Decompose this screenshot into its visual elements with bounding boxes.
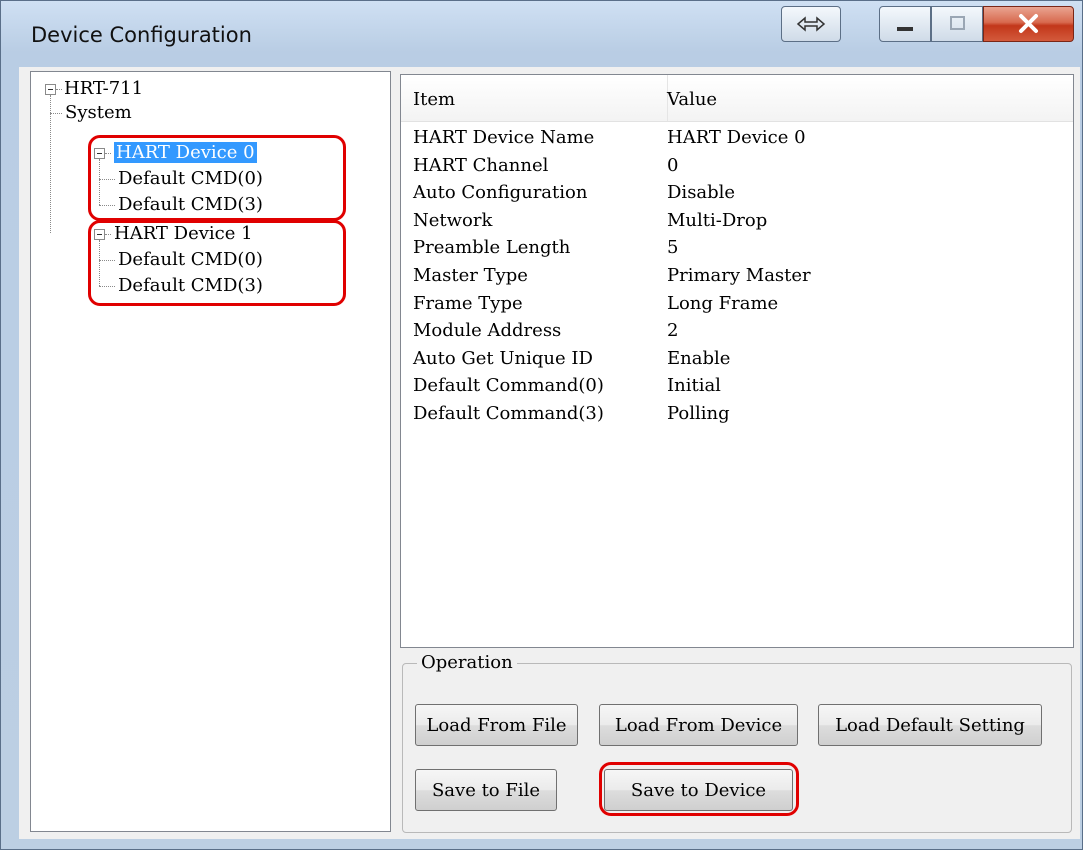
row-value: Multi-Drop (667, 209, 768, 231)
tree-node-system[interactable]: System (65, 102, 132, 124)
list-row[interactable]: Network Multi-Drop (401, 210, 1073, 237)
column-header-value[interactable]: Value (667, 89, 717, 110)
window-title: Device Configuration (31, 23, 252, 47)
row-value: Enable (667, 347, 731, 369)
row-value: Polling (667, 403, 730, 424)
row-item: Auto Get Unique ID (413, 347, 593, 369)
list-row[interactable]: Preamble Length 5 (401, 237, 1073, 264)
load-default-setting-button[interactable]: Load Default Setting (818, 704, 1042, 746)
list-row[interactable]: Master Type Primary Master (401, 265, 1073, 292)
row-item: HART Device Name (413, 127, 595, 148)
row-item: Master Type (413, 265, 528, 286)
row-item: HART Channel (413, 154, 549, 176)
row-value: Disable (667, 182, 736, 204)
list-row[interactable]: Frame Type Long Frame (401, 293, 1073, 320)
row-item: Auto Configuration (413, 182, 588, 204)
tree-label: System (65, 102, 132, 123)
row-value: HART Device 0 (667, 127, 806, 148)
row-value: Initial (667, 375, 721, 397)
highlight-hart-device-1 (88, 220, 346, 306)
maximize-icon (950, 16, 965, 30)
column-header-item[interactable]: Item (413, 89, 455, 110)
collapse-icon[interactable] (45, 84, 56, 95)
double-arrow-icon (796, 16, 826, 32)
row-value: Primary Master (667, 265, 811, 286)
device-configuration-window: Device Configuration HRT-711 System HART… (0, 0, 1083, 850)
minimize-button[interactable] (879, 6, 931, 42)
properties-list[interactable]: Item Value HART Device Name HART Device 0… (400, 74, 1074, 648)
row-value: Long Frame (667, 292, 779, 314)
highlight-hart-device-0 (88, 135, 346, 221)
highlight-save-to-device (599, 762, 799, 816)
row-value: 5 (667, 237, 679, 259)
list-row[interactable]: Module Address 2 (401, 320, 1073, 347)
load-from-file-button[interactable]: Load From File (415, 704, 578, 746)
client-area: HRT-711 System HART Device 0 Default CMD… (19, 67, 1080, 839)
row-item: Default Command(3) (413, 403, 604, 424)
list-row[interactable]: HART Channel 0 (401, 155, 1073, 182)
list-header: Item Value (401, 75, 1073, 122)
row-item: Preamble Length (413, 237, 571, 259)
tree-node-hrt-711[interactable]: HRT-711 (64, 78, 143, 100)
row-item: Default Command(0) (413, 375, 604, 397)
list-row[interactable]: Auto Configuration Disable (401, 182, 1073, 209)
row-value: 2 (667, 320, 679, 342)
operation-title: Operation (417, 652, 517, 673)
tree-label: HRT-711 (64, 78, 144, 99)
maximize-button[interactable] (931, 6, 983, 42)
close-icon (1019, 14, 1038, 33)
save-to-file-button[interactable]: Save to File (415, 769, 557, 811)
list-row[interactable]: Auto Get Unique ID Enable (401, 348, 1073, 375)
title-bar[interactable]: Device Configuration (1, 1, 1082, 67)
list-row[interactable]: Default Command(0) Initial (401, 375, 1073, 402)
close-button[interactable] (983, 6, 1074, 42)
toggle-layout-button[interactable] (781, 6, 841, 42)
row-item: Module Address (413, 320, 562, 342)
load-from-device-button[interactable]: Load From Device (599, 704, 798, 746)
list-row[interactable]: Default Command(3) Polling (401, 403, 1073, 430)
row-value: 0 (667, 154, 679, 176)
list-row[interactable]: HART Device Name HART Device 0 (401, 127, 1073, 154)
operation-group: Operation Load From File Load From Devic… (402, 652, 1072, 833)
window-controls (879, 6, 1074, 42)
row-item: Network (413, 209, 493, 231)
device-tree[interactable]: HRT-711 System HART Device 0 Default CMD… (30, 71, 391, 832)
row-item: Frame Type (413, 292, 523, 314)
minimize-icon (897, 27, 913, 31)
